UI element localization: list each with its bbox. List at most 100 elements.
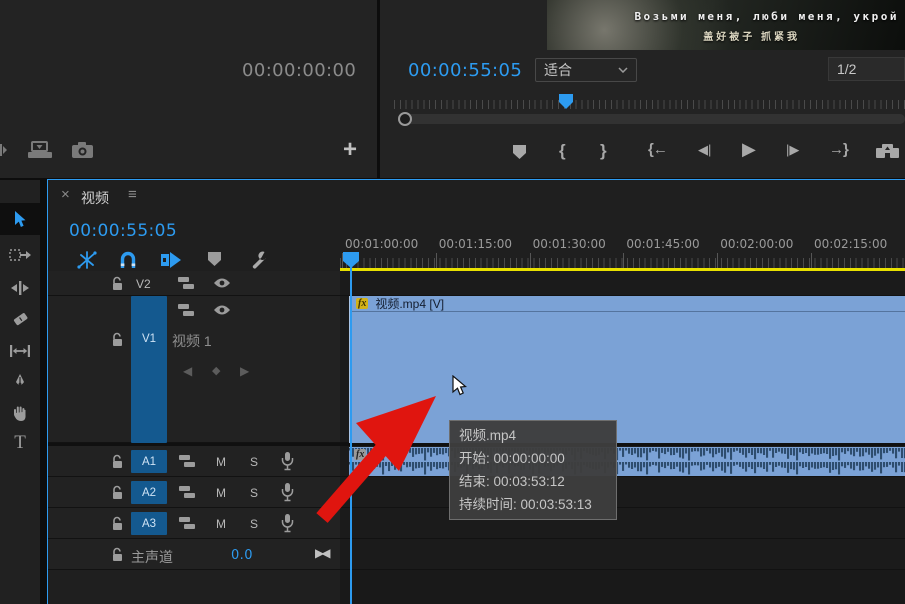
- slip-tool[interactable]: [0, 336, 40, 366]
- source-patch-icon[interactable]: [178, 304, 196, 317]
- ruler-label: 00:02:00:00: [720, 237, 793, 251]
- ruler-major-tick: [811, 253, 812, 269]
- linked-selection-icon[interactable]: [160, 250, 182, 270]
- hand-tool[interactable]: [0, 398, 40, 428]
- ruler-major-tick: [436, 253, 437, 269]
- toggle-track-output-eye-icon[interactable]: [213, 304, 231, 316]
- export-frame-button[interactable]: [876, 142, 900, 159]
- track-header-master[interactable]: 主声道 0.0 ▶◀: [48, 539, 340, 570]
- program-monitor-panel: Возьми меня, люби меня, укрой 盖好被子 抓紧我 0…: [380, 0, 905, 178]
- playback-resolution-select[interactable]: 1/2: [828, 57, 905, 81]
- track-select-forward-tool[interactable]: [0, 240, 40, 270]
- overwrite-icon[interactable]: [27, 141, 53, 159]
- source-patch-icon[interactable]: [179, 486, 197, 499]
- track-target-a1[interactable]: A1: [131, 450, 167, 473]
- tooltip-start: 开始: 00:00:00:00: [459, 447, 607, 470]
- master-level-value[interactable]: 0.0: [231, 548, 253, 563]
- video-clip-title-bar[interactable]: fx 视频.mp4 [V]: [350, 296, 905, 312]
- step-forward-button[interactable]: |▶: [786, 142, 799, 158]
- track-target-v1[interactable]: V1: [131, 296, 167, 443]
- ripple-edit-tool[interactable]: [0, 273, 40, 303]
- panel-menu-icon[interactable]: ≡: [128, 186, 137, 203]
- voiceover-mic-icon[interactable]: [281, 483, 294, 502]
- nest-insert-overwrite-icon[interactable]: [76, 250, 98, 270]
- toggle-track-output-eye-icon[interactable]: [213, 277, 231, 289]
- ruler-major-tick: [530, 253, 531, 269]
- timeline-panel: × 视频 ≡ 00:00:55:05: [47, 179, 905, 604]
- ruler-label: 00:01:30:00: [533, 237, 606, 251]
- mute-button[interactable]: M: [216, 517, 226, 531]
- voiceover-mic-icon[interactable]: [281, 514, 294, 533]
- razor-tool[interactable]: [0, 304, 40, 334]
- button-editor-plus-button[interactable]: +: [343, 136, 357, 164]
- timeline-timecode[interactable]: 00:00:55:05: [69, 221, 177, 241]
- timeline-settings-wrench-icon[interactable]: [248, 250, 268, 270]
- solo-button[interactable]: S: [250, 455, 258, 469]
- tooltip-duration: 持续时间: 00:03:53:13: [459, 493, 607, 516]
- track-target-a2[interactable]: A2: [131, 481, 167, 504]
- zoom-level-value: 适合: [544, 60, 618, 80]
- add-marker-icon[interactable]: [208, 252, 222, 267]
- track-header-a1[interactable]: A1 M S: [48, 446, 340, 477]
- step-back-button[interactable]: ◀|: [698, 142, 711, 158]
- lane-v2[interactable]: [340, 271, 905, 296]
- lock-icon[interactable]: [111, 547, 124, 562]
- play-button[interactable]: ▶: [742, 139, 756, 160]
- go-to-in-button[interactable]: {←: [648, 141, 667, 158]
- program-playhead-marker[interactable]: [559, 94, 574, 110]
- mute-button[interactable]: M: [216, 486, 226, 500]
- go-to-out-button[interactable]: →}: [829, 141, 848, 158]
- track-header-v2[interactable]: V2: [48, 271, 340, 296]
- type-tool[interactable]: T: [0, 428, 40, 458]
- solo-button[interactable]: S: [250, 486, 258, 500]
- selection-tool[interactable]: [0, 203, 40, 235]
- zoom-level-select[interactable]: 适合: [535, 58, 637, 82]
- subtitle-russian: Возьми меня, люби меня, укрой: [547, 10, 899, 23]
- ruler-label: 00:02:15:00: [814, 237, 887, 251]
- scrollbar-handle[interactable]: [398, 112, 412, 126]
- ruler-major-tick: [623, 253, 624, 269]
- track-header-v1[interactable]: V1 视频 1 ◀ ◆ ▶: [48, 296, 340, 443]
- lock-icon[interactable]: [111, 332, 124, 347]
- track-label-v2[interactable]: V2: [136, 277, 151, 291]
- add-keyframe-button[interactable]: ◆: [212, 364, 220, 377]
- pen-tool[interactable]: [0, 367, 40, 397]
- track-name-v1[interactable]: 视频 1: [172, 331, 212, 351]
- fx-badge: fx: [356, 298, 368, 309]
- program-timecode[interactable]: 00:00:55:05: [408, 60, 522, 81]
- voiceover-mic-icon[interactable]: [281, 452, 294, 471]
- ruler-major-tick: [717, 253, 718, 269]
- timeline-ruler[interactable]: 00:01:00:0000:01:15:0000:01:30:0000:01:4…: [340, 232, 905, 269]
- solo-button[interactable]: S: [250, 517, 258, 531]
- lock-icon[interactable]: [111, 276, 124, 291]
- track-target-a3[interactable]: A3: [131, 512, 167, 535]
- export-frame-camera-icon[interactable]: [72, 142, 94, 158]
- program-mini-ruler[interactable]: [394, 94, 905, 112]
- subtitle-chinese: 盖好被子 抓紧我: [547, 28, 800, 43]
- source-patch-icon[interactable]: [178, 277, 196, 290]
- snap-magnet-icon[interactable]: [118, 250, 138, 270]
- track-header-a2[interactable]: A2 M S: [48, 477, 340, 508]
- source-patch-icon[interactable]: [179, 455, 197, 468]
- lock-icon[interactable]: [111, 485, 124, 500]
- lock-icon[interactable]: [111, 516, 124, 531]
- program-zoom-scrollbar[interactable]: [398, 112, 905, 126]
- mute-button[interactable]: M: [216, 455, 226, 469]
- source-patch-icon[interactable]: [179, 517, 197, 530]
- tab-sequence-label[interactable]: 视频: [81, 188, 109, 208]
- source-clipped-icon[interactable]: [0, 142, 7, 158]
- ruler-label: 00:01:15:00: [439, 237, 512, 251]
- next-keyframe-button[interactable]: ▶: [240, 364, 249, 378]
- lock-icon[interactable]: [111, 454, 124, 469]
- master-track-label: 主声道: [131, 547, 173, 567]
- timeline-tab-bar: × 视频 ≡: [48, 180, 904, 212]
- playhead-head[interactable]: [343, 252, 360, 269]
- add-marker-button[interactable]: [513, 145, 527, 160]
- track-header-a3[interactable]: A3 M S: [48, 508, 340, 539]
- prev-keyframe-button[interactable]: ◀: [183, 364, 192, 378]
- scrollbar-track[interactable]: [406, 114, 905, 124]
- mark-out-button[interactable]: }: [600, 141, 607, 161]
- mark-in-button[interactable]: {: [559, 141, 566, 161]
- clip-info-tooltip: 视频.mp4 开始: 00:00:00:00 结束: 00:03:53:12 持…: [449, 420, 617, 520]
- close-tab-icon[interactable]: ×: [61, 186, 70, 203]
